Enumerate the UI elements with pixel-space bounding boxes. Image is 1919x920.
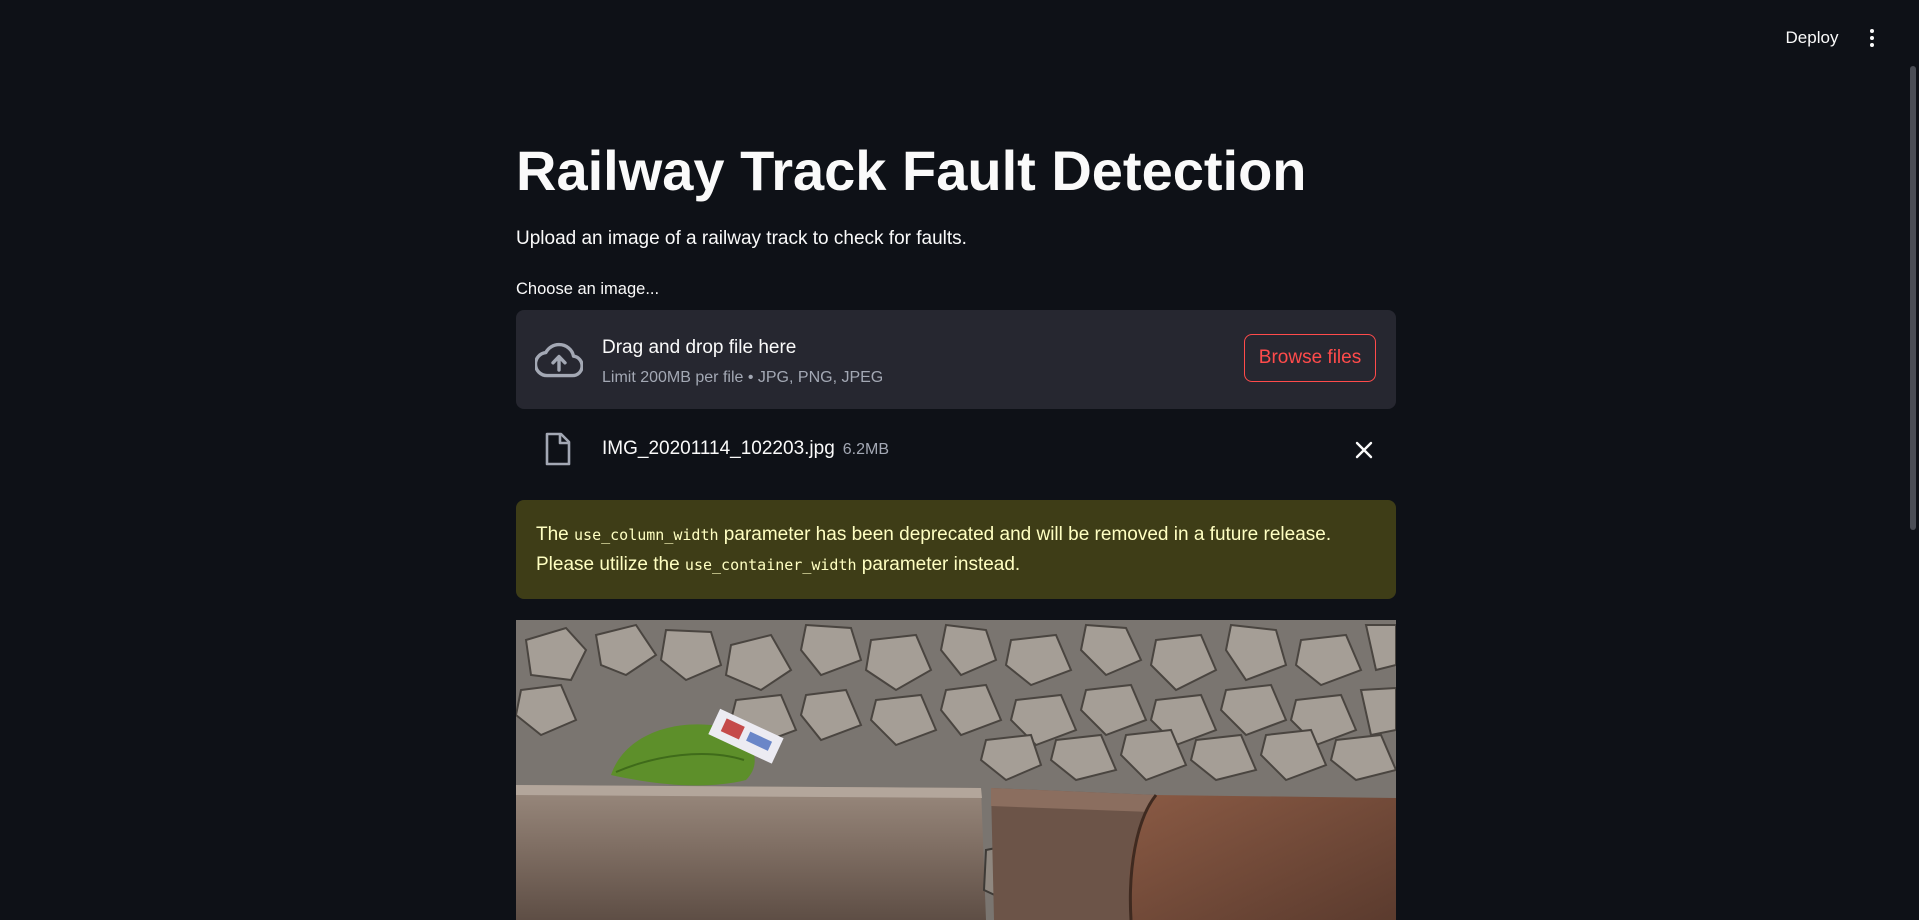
file-dropzone[interactable]: Drag and drop file here Limit 200MB per … (516, 310, 1396, 409)
deprecation-warning: The use_column_width parameter has been … (516, 500, 1396, 599)
file-icon (545, 432, 571, 466)
uploaded-file-row: IMG_20201114_102203.jpg 6.2MB (516, 428, 1396, 470)
scrollbar[interactable] (1910, 66, 1916, 530)
dropzone-limit-text: Limit 200MB per file • JPG, PNG, JPEG (602, 369, 884, 386)
cloud-upload-icon (535, 342, 583, 378)
uploaded-track-image (516, 620, 1396, 920)
track-photo (516, 620, 1396, 920)
close-icon[interactable] (1354, 440, 1374, 460)
warning-text-1: The (536, 524, 575, 545)
warning-code-2: use_container_width (684, 556, 857, 574)
browse-files-button[interactable]: Browse files (1244, 334, 1376, 382)
uploaded-file-name: IMG_20201114_102203.jpg 6.2MB (602, 436, 889, 463)
warning-code-1: use_column_width (574, 526, 719, 544)
app-root: Deploy Railway Track Fault Detection Upl… (0, 0, 1919, 920)
dropzone-title: Drag and drop file here (602, 337, 797, 358)
file-name-text: IMG_20201114_102203.jpg (602, 438, 835, 459)
file-size: 6.2MB (842, 441, 890, 458)
more-vertical-icon[interactable] (1862, 24, 1882, 52)
deploy-button[interactable]: Deploy (1772, 22, 1852, 54)
page-title: Railway Track Fault Detection (516, 139, 1307, 202)
top-bar: Deploy (0, 0, 1919, 60)
page-subtitle: Upload an image of a railway track to ch… (516, 228, 967, 249)
uploader-label: Choose an image... (516, 280, 660, 298)
warning-text-3: parameter instead. (856, 554, 1021, 575)
